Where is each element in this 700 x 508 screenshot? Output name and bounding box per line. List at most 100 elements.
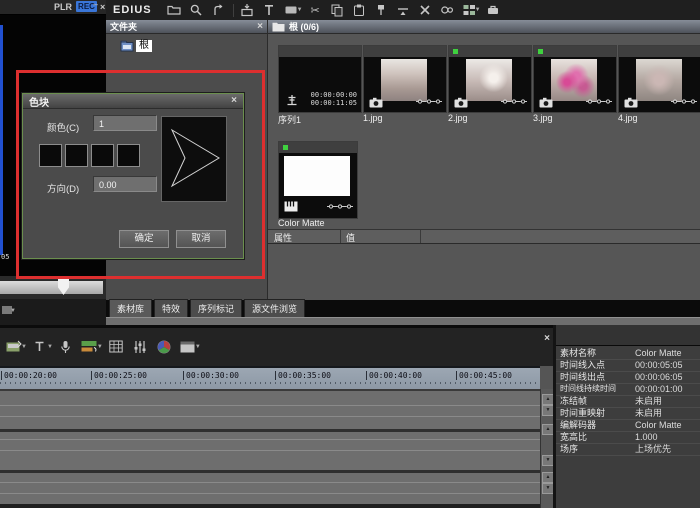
track-group-separator [0,470,540,473]
player-partial-timecode: 05 [1,253,9,261]
used-marker-dot [453,49,458,54]
bin-item-label[interactable]: 3.jpg [533,113,553,123]
delete-icon[interactable] [417,2,434,18]
track-group-separator [0,429,540,432]
still-duration-icon [501,98,527,105]
edius-app-window: PLR REC – × 05 ▼ EDIUS [0,0,700,508]
open-folder-icon[interactable] [166,2,183,18]
player-frame-edge [0,25,3,255]
ruler-tick: 00:00:40:00 [366,371,422,380]
chevron-down-icon[interactable]: ▼ [21,344,27,350]
property-label: 场序 [560,443,578,455]
undo-icon[interactable] [210,2,227,18]
camera-icon [369,97,383,108]
mixer-icon[interactable] [131,339,149,355]
track-separator [0,450,540,451]
toolbar-separator [233,4,234,17]
tab-source-browser[interactable]: 源文件浏览 [244,299,305,317]
player-shuttle-track[interactable] [0,281,103,294]
grid-icon[interactable] [107,339,125,355]
reel-icon[interactable] [439,2,456,18]
ruler-corner [540,366,553,389]
player-minimize-button[interactable]: – [93,0,98,9]
used-marker-dot [283,145,288,150]
bin-item-photo[interactable] [618,45,700,113]
folder-icon [272,22,285,32]
bin-item-photo[interactable] [448,45,532,113]
column-property[interactable]: 属性 [274,231,292,244]
sequence-icon [285,93,299,107]
chevron-down-icon[interactable]: ▼ [10,308,16,314]
column-value[interactable]: 值 [346,231,355,244]
player-close-button[interactable]: × [100,2,105,12]
column-divider[interactable] [340,230,341,243]
folder-tree-root-item[interactable]: 根 [120,40,152,52]
bin-item-color-matte[interactable] [278,141,358,219]
main-toolbar: EDIUS ▼ ✂ ▼ [106,0,700,21]
color-count-input[interactable]: 1 [93,115,157,131]
direction-preview [161,116,227,202]
bin-item-sequence[interactable]: 00:00:00:0000:00:11:05 [278,45,362,113]
property-row: 场序 上场优先 [556,443,700,456]
matte-icon [284,201,298,212]
bin-item-label[interactable]: Color Matte [278,218,325,228]
chevron-down-icon[interactable]: ▼ [97,344,103,350]
dialog-title: 色块 [29,94,231,109]
timeline-ruler[interactable]: 00:00:20:00 00:00:25:00 00:00:30:00 00:0… [0,366,540,391]
app-title: EDIUS [113,4,152,16]
search-icon[interactable] [188,2,205,18]
column-divider[interactable] [420,230,421,243]
folder-panel-close-button[interactable]: × [257,22,263,32]
microphone-icon[interactable] [57,339,75,355]
bin-item-label[interactable]: 序列1 [278,113,301,126]
color-swatch-4[interactable] [117,144,140,167]
ruler-tick: 00:00:30:00 [183,371,239,380]
paste-icon[interactable] [351,2,368,18]
property-value: Color Matte [635,347,682,359]
cut-scissors-icon[interactable]: ✂ [307,2,324,18]
tab-sequence-marks[interactable]: 序列标记 [190,299,242,317]
bin-item-photo[interactable] [533,45,617,113]
color-wheel-icon[interactable] [155,339,173,355]
timeline-close-button[interactable]: × [544,334,550,344]
property-label: 素材名称 [560,347,596,359]
title-tool-icon[interactable] [261,2,278,18]
color-swatch-1[interactable] [39,144,62,167]
tracks-bottom-edge [0,504,540,508]
color-swatch-3[interactable] [91,144,114,167]
tab-plr[interactable]: PLR [54,2,72,12]
ok-button[interactable]: 确定 [119,230,169,248]
property-value: 00:00:05:05 [635,359,683,371]
toolbox-icon[interactable] [485,2,502,18]
camera-icon [454,97,468,108]
dialog-close-button[interactable]: × [231,96,237,106]
trim-point-icon[interactable] [395,2,412,18]
direction-input[interactable]: 0.00 [93,176,157,192]
pin-icon[interactable] [373,2,390,18]
chevron-down-icon[interactable]: ▼ [47,344,53,350]
capture-in-icon[interactable] [239,2,256,18]
camera-icon [624,97,638,108]
bin-item-photo[interactable] [363,45,447,113]
chevron-down-icon[interactable]: ▼ [195,344,201,350]
ruler-tick: 00:00:25:00 [91,371,147,380]
photo-thumbnail [551,59,597,101]
bin-item-label[interactable]: 1.jpg [363,113,383,123]
copy-icon[interactable] [329,2,346,18]
tab-material-library[interactable]: 素材库 [109,299,152,317]
bin-item-label[interactable]: 4.jpg [618,113,638,123]
chevron-down-icon[interactable]: ▼ [297,7,303,13]
matte-thumbnail [284,156,350,196]
chevron-down-icon[interactable]: ▼ [475,7,481,13]
photo-thumbnail [466,59,512,101]
property-value: 00:00:01:00 [635,383,683,395]
tab-effects[interactable]: 特效 [154,299,188,317]
track-separator [0,439,540,440]
color-swatch-2[interactable] [65,144,88,167]
timeline-tracks-area[interactable] [0,389,540,508]
bin-item-label[interactable]: 2.jpg [448,113,468,123]
ruler-tick-dots [0,382,540,384]
dialog-titlebar[interactable]: 色块 × [23,94,243,109]
cancel-button[interactable]: 取消 [176,230,226,248]
folder-root-label[interactable]: 根 [136,40,152,52]
